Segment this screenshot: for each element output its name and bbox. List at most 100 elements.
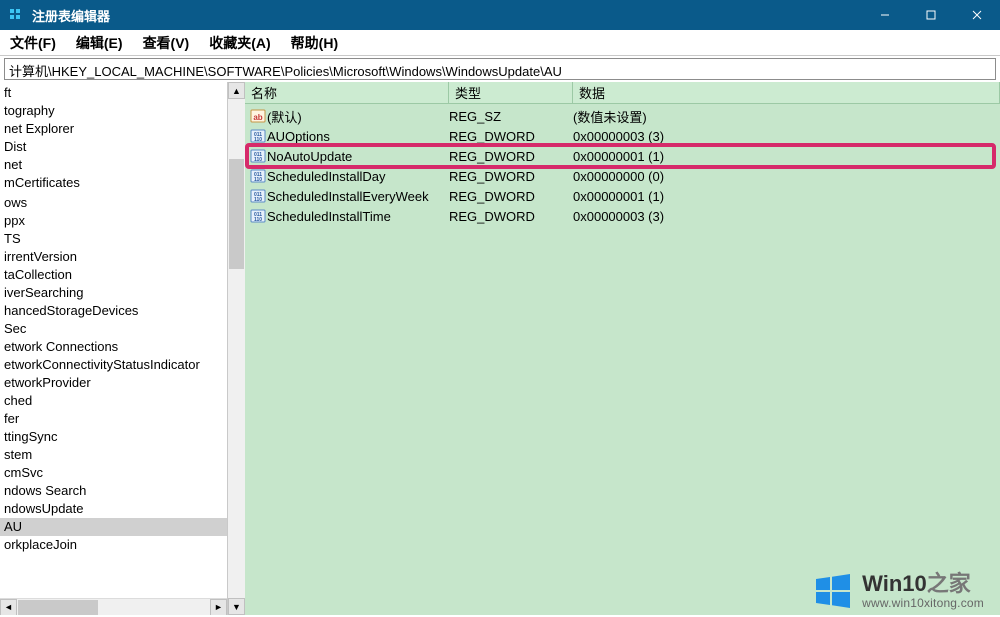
value-data-cell: 0x00000003 (3) [573,129,1000,144]
value-row[interactable]: 011110ScheduledInstallTimeREG_DWORD0x000… [245,206,1000,226]
value-type-cell: REG_DWORD [449,169,573,184]
main-pane: fttographynet ExplorerDistnetmCertificat… [0,82,1000,615]
dword-value-icon: 011110 [249,208,267,224]
tree-panel: fttographynet ExplorerDistnetmCertificat… [0,82,228,615]
menu-edit[interactable]: 编辑(E) [72,31,127,55]
details-body[interactable]: ab(默认)REG_SZ(数值未设置)011110AUOptionsREG_DW… [245,104,1000,615]
minimize-button[interactable] [862,0,908,30]
value-row[interactable]: ab (默认) REG_SZ(数值未设置) [245,106,1000,126]
value-name-cell: 011110NoAutoUpdate [249,148,449,164]
svg-text:ab: ab [253,113,262,122]
scroll-left-arrow-icon[interactable]: ◄ [0,599,17,616]
tree-horizontal-scrollbar[interactable]: ◄ ► [0,598,227,615]
svg-text:110: 110 [254,157,262,163]
scroll-track[interactable] [228,99,245,598]
tree-item[interactable]: hancedStorageDevices [0,302,227,320]
tree-item[interactable]: ndows Search [0,482,227,500]
svg-text:110: 110 [254,137,262,143]
scroll-down-arrow-icon[interactable]: ▼ [228,598,245,615]
tree-item[interactable]: TS [0,230,227,248]
value-name: ScheduledInstallDay [267,169,386,184]
string-value-icon: ab [249,108,267,124]
tree-item[interactable]: net [0,156,227,174]
tree-item[interactable]: etworkConnectivityStatusIndicator [0,356,227,374]
value-type-cell: REG_DWORD [449,209,573,224]
svg-text:110: 110 [254,197,262,203]
tree-item[interactable]: stem [0,446,227,464]
svg-text:110: 110 [254,177,262,183]
scroll-up-arrow-icon[interactable]: ▲ [228,82,245,99]
tree-item[interactable]: ttingSync [0,428,227,446]
value-data-cell: 0x00000001 (1) [573,189,1000,204]
tree-item-selected[interactable]: AU [0,518,227,536]
dword-value-icon: 011110 [249,128,267,144]
menu-view[interactable]: 查看(V) [139,31,194,55]
tree-item[interactable]: etwork Connections [0,338,227,356]
tree-item[interactable]: ndowsUpdate [0,500,227,518]
svg-text:110: 110 [254,217,262,223]
value-row[interactable]: 011110AUOptionsREG_DWORD0x00000003 (3) [245,126,1000,146]
value-data-cell: 0x00000000 (0) [573,169,1000,184]
value-row-highlighted[interactable]: 011110NoAutoUpdateREG_DWORD0x00000001 (1… [245,146,1000,166]
details-header: 名称 类型 数据 [245,82,1000,104]
tree-item[interactable]: taCollection [0,266,227,284]
value-name: ScheduledInstallEveryWeek [267,189,429,204]
tree-vertical-scrollbar[interactable]: ▲ ▼ [228,82,245,615]
value-name-cell: 011110ScheduledInstallTime [249,208,449,224]
scroll-thumb[interactable] [18,600,98,615]
menu-help[interactable]: 帮助(H) [287,31,342,55]
value-row[interactable]: 011110ScheduledInstallEveryWeekREG_DWORD… [245,186,1000,206]
tree-body[interactable]: fttographynet ExplorerDistnetmCertificat… [0,82,227,598]
window-title: 注册表编辑器 [32,6,110,25]
value-type-cell: REG_DWORD [449,149,573,164]
tree-item[interactable]: ft [0,84,227,102]
value-name-cell: 011110ScheduledInstallEveryWeek [249,188,449,204]
tree-item[interactable]: Sec [0,320,227,338]
value-name-cell: 011110ScheduledInstallDay [249,168,449,184]
details-panel: 名称 类型 数据 ab(默认)REG_SZ(数值未设置)011110AUOpti… [245,82,1000,615]
value-data-cell: 0x00000001 (1) [573,149,1000,164]
value-data-cell: (数值未设置) [573,107,1000,126]
menu-favorites[interactable]: 收藏夹(A) [205,31,274,55]
value-name: ScheduledInstallTime [267,209,391,224]
tree-item[interactable]: etworkProvider [0,374,227,392]
value-name: AUOptions [267,129,330,144]
tree-item[interactable]: Dist [0,138,227,156]
tree-item[interactable]: orkplaceJoin [0,536,227,554]
maximize-button[interactable] [908,0,954,30]
dword-value-icon: 011110 [249,148,267,164]
scroll-track[interactable] [17,599,210,616]
value-type-cell: REG_DWORD [449,129,573,144]
tree-item[interactable]: tography [0,102,227,120]
column-header-name[interactable]: 名称 [245,82,449,103]
menu-file[interactable]: 文件(F) [6,31,60,55]
app-icon [8,7,24,23]
tree-item[interactable]: iverSearching [0,284,227,302]
value-name-cell: ab (默认) [249,107,449,126]
tree-item[interactable]: cmSvc [0,464,227,482]
window-controls [862,0,1000,30]
value-data-cell: 0x00000003 (3) [573,209,1000,224]
close-button[interactable] [954,0,1000,30]
scroll-thumb[interactable] [229,159,244,269]
column-header-type[interactable]: 类型 [449,82,573,103]
value-type-cell: REG_DWORD [449,189,573,204]
column-header-data[interactable]: 数据 [573,82,1000,103]
value-row[interactable]: 011110ScheduledInstallDayREG_DWORD0x0000… [245,166,1000,186]
tree-item[interactable]: ppx [0,212,227,230]
tree-item[interactable]: mCertificates [0,174,227,192]
tree-item[interactable]: net Explorer [0,120,227,138]
menubar: 文件(F) 编辑(E) 查看(V) 收藏夹(A) 帮助(H) [0,30,1000,56]
address-bar[interactable]: 计算机\HKEY_LOCAL_MACHINE\SOFTWARE\Policies… [4,58,996,80]
value-type-cell: REG_SZ [449,109,573,124]
value-name-cell: 011110AUOptions [249,128,449,144]
dword-value-icon: 011110 [249,188,267,204]
tree-item[interactable]: fer [0,410,227,428]
value-name: NoAutoUpdate [267,149,352,164]
tree-item[interactable]: ched [0,392,227,410]
tree-item[interactable]: irrentVersion [0,248,227,266]
titlebar: 注册表编辑器 [0,0,1000,30]
value-name: (默认) [267,107,302,126]
tree-item[interactable]: ows [0,194,227,212]
scroll-right-arrow-icon[interactable]: ► [210,599,227,616]
